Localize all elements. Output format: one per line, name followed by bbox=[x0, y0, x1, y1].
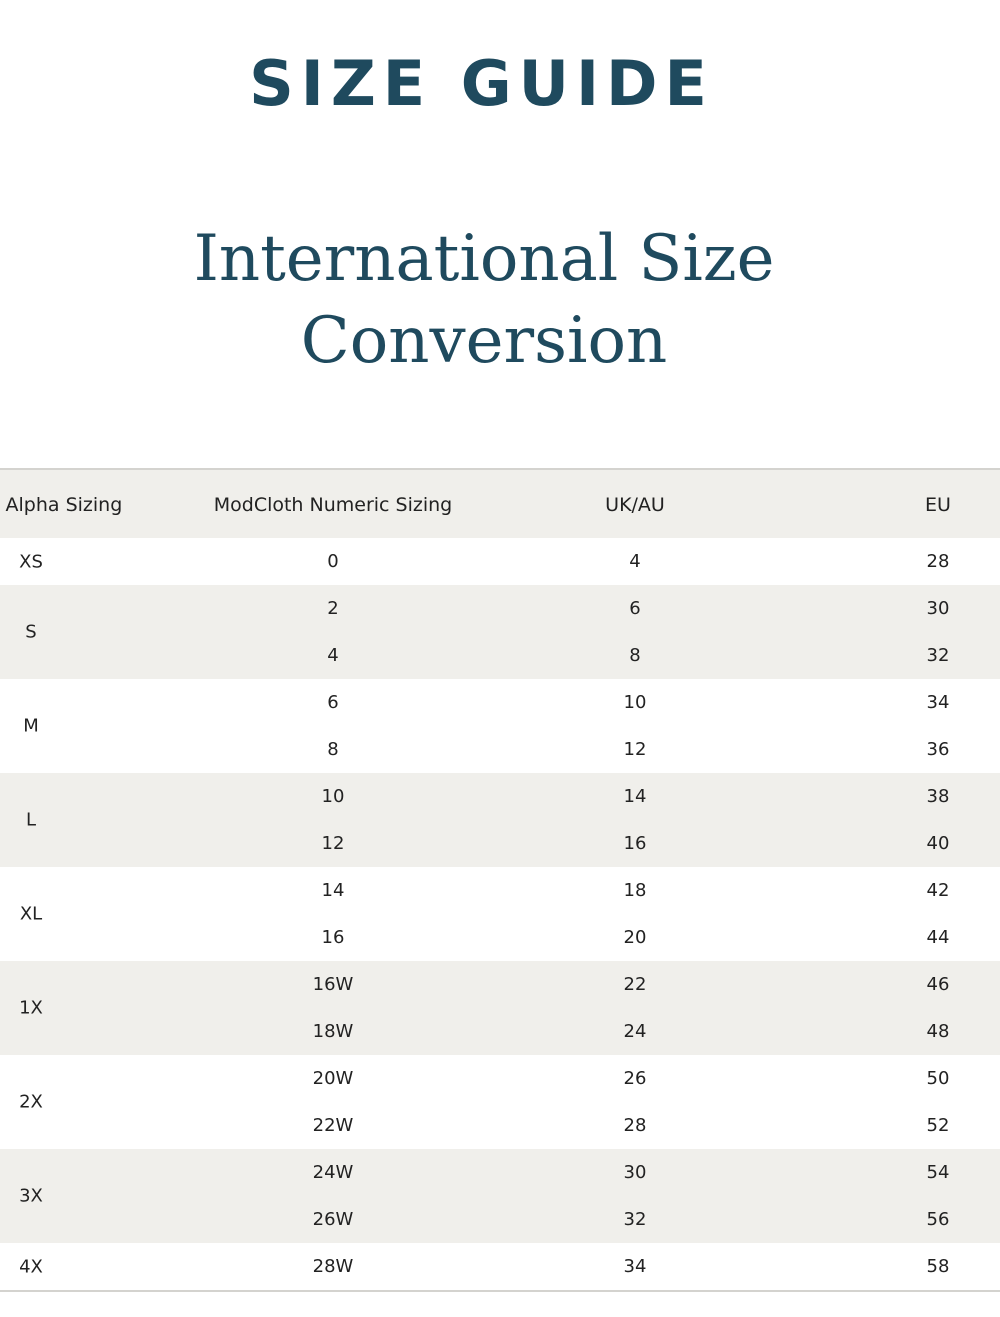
header-uk-au: UK/AU bbox=[605, 494, 665, 516]
size-group: M 6 10 34 8 12 36 bbox=[0, 679, 1000, 773]
uk-au-size-cell: 8 bbox=[629, 645, 641, 666]
eu-size-cell: 54 bbox=[926, 1162, 950, 1183]
numeric-size-cell: 26W bbox=[312, 1209, 354, 1230]
table-row: 24W 30 54 bbox=[0, 1149, 1000, 1196]
uk-au-size-cell: 18 bbox=[623, 880, 647, 901]
numeric-size-cell: 14 bbox=[321, 880, 345, 901]
section-title-line2: Conversion bbox=[300, 304, 668, 378]
numeric-size-cell: 12 bbox=[321, 833, 345, 854]
eu-size-cell: 28 bbox=[926, 551, 950, 572]
eu-size-cell: 38 bbox=[926, 786, 950, 807]
table-row: 8 12 36 bbox=[0, 726, 1000, 773]
numeric-size-cell: 10 bbox=[321, 786, 345, 807]
uk-au-size-cell: 34 bbox=[623, 1256, 647, 1277]
numeric-size-cell: 6 bbox=[327, 692, 339, 713]
eu-size-cell: 58 bbox=[926, 1256, 950, 1277]
table-row: 16 20 44 bbox=[0, 914, 1000, 961]
uk-au-size-cell: 4 bbox=[629, 551, 641, 572]
eu-size-cell: 44 bbox=[926, 927, 950, 948]
table-row: 18W 24 48 bbox=[0, 1008, 1000, 1055]
eu-size-cell: 34 bbox=[926, 692, 950, 713]
uk-au-size-cell: 24 bbox=[623, 1021, 647, 1042]
eu-size-cell: 56 bbox=[926, 1209, 950, 1230]
eu-size-cell: 48 bbox=[926, 1021, 950, 1042]
table-row: 2 6 30 bbox=[0, 585, 1000, 632]
size-group: 1X 16W 22 46 18W 24 48 bbox=[0, 961, 1000, 1055]
table-row: 20W 26 50 bbox=[0, 1055, 1000, 1102]
size-group: 3X 24W 30 54 26W 32 56 bbox=[0, 1149, 1000, 1243]
table-row: 22W 28 52 bbox=[0, 1102, 1000, 1149]
table-row: 26W 32 56 bbox=[0, 1196, 1000, 1243]
header-alpha-sizing-label: th Alpha Sizing bbox=[0, 494, 123, 516]
table-row: 0 4 28 bbox=[0, 538, 1000, 585]
header-numeric-sizing: ModCloth Numeric Sizing bbox=[213, 494, 453, 516]
uk-au-size-cell: 26 bbox=[623, 1068, 647, 1089]
uk-au-size-cell: 16 bbox=[623, 833, 647, 854]
table-row: 12 16 40 bbox=[0, 820, 1000, 867]
table-row: 10 14 38 bbox=[0, 773, 1000, 820]
uk-au-size-cell: 32 bbox=[623, 1209, 647, 1230]
table-row: 14 18 42 bbox=[0, 867, 1000, 914]
eu-size-cell: 42 bbox=[926, 880, 950, 901]
table-row: 28W 34 58 bbox=[0, 1243, 1000, 1290]
section-title-line1: International Size bbox=[193, 222, 775, 296]
numeric-size-cell: 0 bbox=[327, 551, 339, 572]
numeric-size-cell: 2 bbox=[327, 598, 339, 619]
page-title: SIZE GUIDE bbox=[249, 47, 714, 120]
uk-au-size-cell: 14 bbox=[623, 786, 647, 807]
size-conversion-table: th Alpha Sizing ModCloth Numeric Sizing … bbox=[0, 468, 1000, 1292]
uk-au-size-cell: 22 bbox=[623, 974, 647, 995]
size-group: 4X 28W 34 58 bbox=[0, 1243, 1000, 1290]
uk-au-size-cell: 20 bbox=[623, 927, 647, 948]
table-body: XS 0 4 28 S 2 6 30 4 8 32 M 6 10 34 8 12 36 L 10 14 38 12 16 40 X… bbox=[0, 538, 1000, 1290]
size-group: XL 14 18 42 16 20 44 bbox=[0, 867, 1000, 961]
eu-size-cell: 40 bbox=[926, 833, 950, 854]
uk-au-size-cell: 6 bbox=[629, 598, 641, 619]
eu-size-cell: 30 bbox=[926, 598, 950, 619]
numeric-size-cell: 20W bbox=[312, 1068, 354, 1089]
numeric-size-cell: 18W bbox=[312, 1021, 354, 1042]
numeric-size-cell: 16W bbox=[312, 974, 354, 995]
size-group: 2X 20W 26 50 22W 28 52 bbox=[0, 1055, 1000, 1149]
table-row: 16W 22 46 bbox=[0, 961, 1000, 1008]
eu-size-cell: 32 bbox=[926, 645, 950, 666]
table-header: th Alpha Sizing ModCloth Numeric Sizing … bbox=[0, 470, 1000, 538]
numeric-size-cell: 22W bbox=[312, 1115, 354, 1136]
size-group: XS 0 4 28 bbox=[0, 538, 1000, 585]
table-row: 4 8 32 bbox=[0, 632, 1000, 679]
uk-au-size-cell: 10 bbox=[623, 692, 647, 713]
size-group: L 10 14 38 12 16 40 bbox=[0, 773, 1000, 867]
uk-au-size-cell: 28 bbox=[623, 1115, 647, 1136]
size-group: S 2 6 30 4 8 32 bbox=[0, 585, 1000, 679]
section-title: International Size Conversion bbox=[0, 218, 968, 382]
eu-size-cell: 46 bbox=[926, 974, 950, 995]
numeric-size-cell: 28W bbox=[312, 1256, 354, 1277]
header-alpha-sizing: th Alpha Sizing bbox=[0, 470, 150, 538]
numeric-size-cell: 4 bbox=[327, 645, 339, 666]
eu-size-cell: 36 bbox=[926, 739, 950, 760]
eu-size-cell: 52 bbox=[926, 1115, 950, 1136]
numeric-size-cell: 16 bbox=[321, 927, 345, 948]
table-row: 6 10 34 bbox=[0, 679, 1000, 726]
numeric-size-cell: 8 bbox=[327, 739, 339, 760]
uk-au-size-cell: 12 bbox=[623, 739, 647, 760]
uk-au-size-cell: 30 bbox=[623, 1162, 647, 1183]
eu-size-cell: 50 bbox=[926, 1068, 950, 1089]
numeric-size-cell: 24W bbox=[312, 1162, 354, 1183]
header-eu: EU bbox=[925, 494, 951, 516]
